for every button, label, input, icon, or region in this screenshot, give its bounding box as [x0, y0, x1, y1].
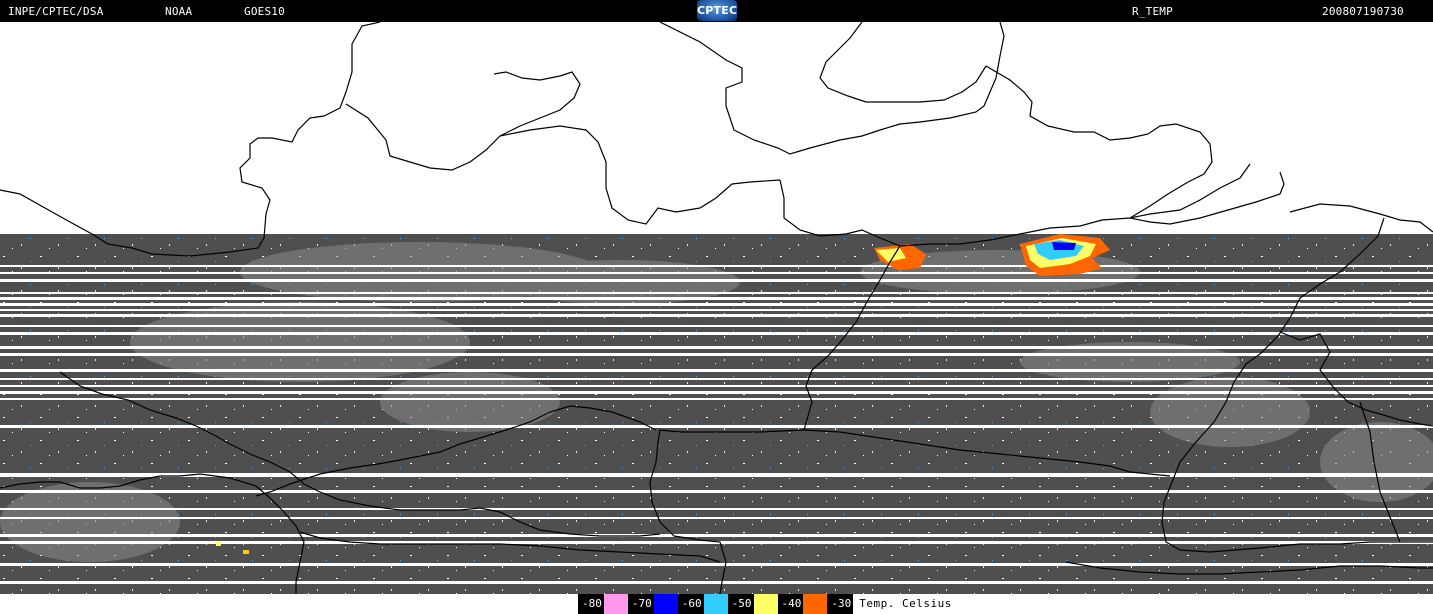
legend-label-50: -50 [731, 597, 752, 610]
agency-label: NOAA [165, 5, 193, 18]
source-label: INPE/CPTEC/DSA [8, 5, 104, 18]
legend-swatch-80 [603, 594, 628, 614]
map-canvas [0, 21, 1433, 595]
legend-swatch-40 [803, 594, 828, 614]
header-bar: INPE/CPTEC/DSA NOAA GOES10 CPTEC R_TEMP … [0, 0, 1433, 22]
legend-label-40: -40 [781, 597, 802, 610]
legend-label-60: -60 [681, 597, 702, 610]
legend-label-70: -70 [631, 597, 652, 610]
legend-label-30: -30 [831, 597, 852, 610]
legend-unit-label: Temp. Celsius [853, 594, 958, 614]
legend-swatch-60 [703, 594, 728, 614]
product-label: R_TEMP [1132, 5, 1173, 18]
cptec-logo: CPTEC [697, 0, 737, 21]
temperature-legend: -80 -70 -60 -50 -40 -30 Temp. Celsius [578, 594, 958, 614]
legend-label-80: -80 [582, 597, 602, 610]
legend-swatch-50 [753, 594, 778, 614]
legend-swatch-70 [653, 594, 678, 614]
satellite-map [0, 21, 1433, 595]
timestamp-label: 200807190730 [1322, 5, 1404, 18]
satellite-label: GOES10 [244, 5, 285, 18]
